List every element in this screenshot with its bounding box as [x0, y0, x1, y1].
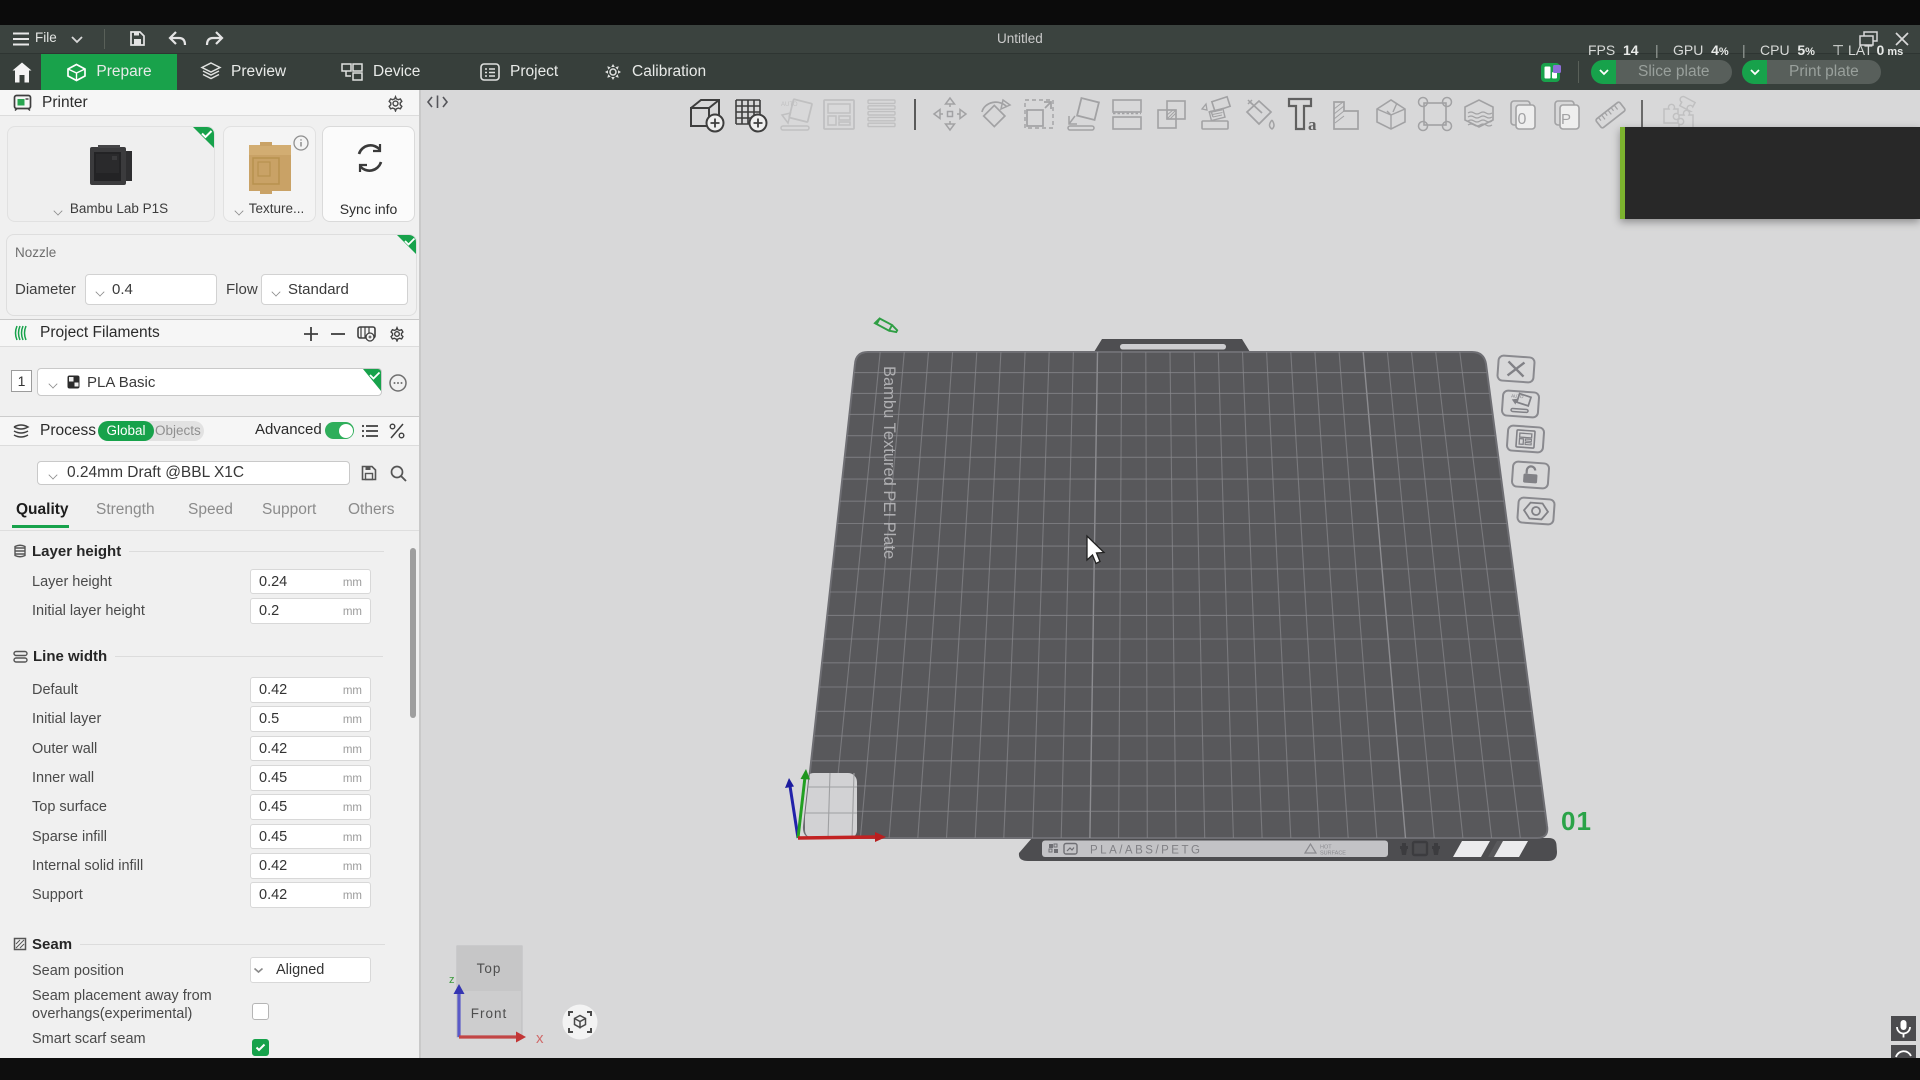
svg-text:Bambu Textured PEI Plate: Bambu Textured PEI Plate: [880, 366, 898, 559]
svg-text:P: P: [1561, 111, 1571, 128]
svg-text:z: z: [449, 974, 455, 986]
svg-text:AUTO: AUTO: [1511, 393, 1524, 399]
svg-text:Front: Front: [471, 1006, 508, 1021]
svg-text:0: 0: [1518, 111, 1527, 128]
svg-text:PLA/ABS/PETG: PLA/ABS/PETG: [1090, 845, 1202, 857]
svg-text:01: 01: [1561, 806, 1592, 836]
svg-text:x: x: [536, 1030, 544, 1047]
svg-text:SURFACE: SURFACE: [1320, 851, 1346, 857]
svg-text:Top: Top: [477, 961, 502, 976]
svg-text:a: a: [1308, 115, 1317, 134]
svg-text:AUTO: AUTO: [781, 102, 798, 108]
